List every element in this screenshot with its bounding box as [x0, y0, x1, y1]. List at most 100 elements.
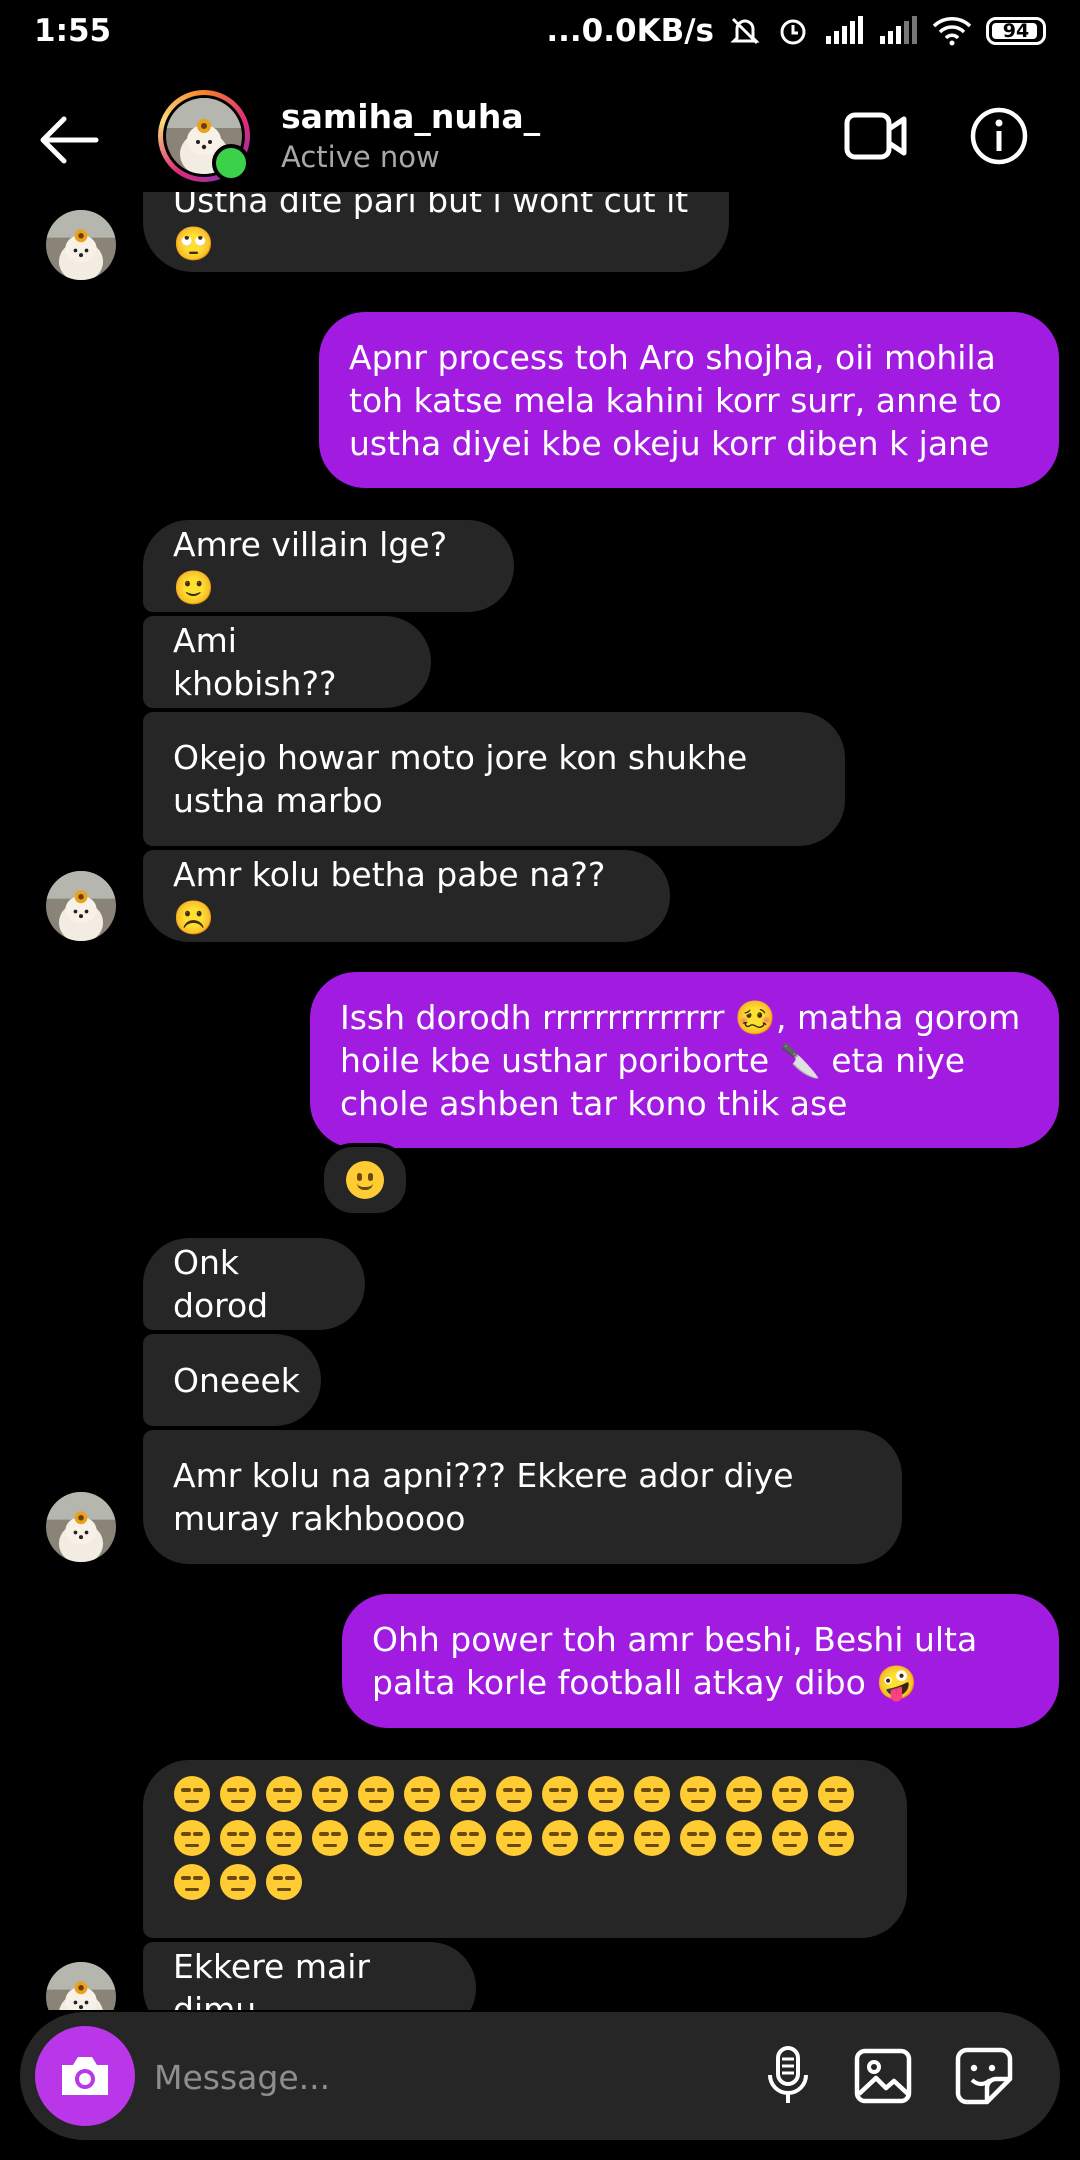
unamused-face-icon: [312, 1776, 348, 1812]
unamused-face-icon: [680, 1820, 716, 1856]
message-text: Amre villain lge? 🙂: [173, 525, 448, 607]
message-bubble-incoming[interactable]: Amre villain lge? 🙂: [143, 520, 514, 612]
message-text: Onk dorod: [173, 1243, 269, 1325]
video-camera-icon: [844, 112, 907, 160]
unamused-face-icon: [634, 1820, 670, 1856]
dog-avatar-icon: [46, 871, 116, 941]
message-text: Amr kolu na apni??? Ekkere ador diye mur…: [173, 1456, 794, 1538]
gallery-button[interactable]: [850, 2042, 916, 2110]
dog-avatar-icon: [46, 210, 116, 280]
video-call-button[interactable]: [842, 106, 910, 166]
conversation-info-button[interactable]: [967, 104, 1031, 168]
message-text: Ami khobish??: [173, 621, 337, 703]
unamused-face-icon: [174, 1776, 210, 1812]
message-text: Okejo howar moto jore kon shukhe ustha m…: [173, 738, 748, 820]
message-thread[interactable]: Ustha dite pari but i wont cut it 🙄 Apnr…: [0, 192, 1080, 2010]
message-text: Ohh power toh amr beshi, Beshi ulta palt…: [372, 1620, 978, 1702]
contact-name[interactable]: samiha_nuha_: [281, 97, 540, 136]
sender-avatar[interactable]: [46, 1962, 116, 2010]
camera-icon: [62, 2057, 108, 2095]
message-text: Apnr process toh Aro shojha, oii mohila …: [349, 337, 1002, 463]
unamused-face-icon: [588, 1820, 624, 1856]
unamused-face-icon: [404, 1776, 440, 1812]
message-reaction[interactable]: [320, 1143, 410, 1217]
status-time: 1:55: [34, 13, 112, 49]
info-icon: [970, 107, 1028, 165]
online-status-dot: [212, 144, 250, 182]
unamused-face-icon: [404, 1820, 440, 1856]
unamused-face-icon: [266, 1864, 302, 1900]
status-bar: 1:55 ...0.0KB/s 94: [0, 0, 1080, 62]
unamused-face-icon: [220, 1820, 256, 1856]
message-text: Issh dorodh rrrrrrrrrrrrrr 🥴, matha goro…: [340, 997, 1021, 1123]
alarm-icon: [776, 14, 810, 48]
battery-icon: 94: [986, 17, 1046, 45]
voice-message-button[interactable]: [758, 2042, 818, 2110]
unamused-face-icon: [772, 1776, 808, 1812]
sticker-button[interactable]: [951, 2042, 1017, 2110]
message-bubble-incoming[interactable]: Okejo howar moto jore kon shukhe ustha m…: [143, 712, 845, 846]
message-input[interactable]: [152, 2042, 736, 2112]
unamused-face-icon: [220, 1776, 256, 1812]
unamused-face-icon: [726, 1820, 762, 1856]
unamused-face-icon: [174, 1820, 210, 1856]
signal-icon: [878, 16, 918, 46]
unamused-face-icon: [496, 1820, 532, 1856]
unamused-face-icon: [818, 1820, 854, 1856]
message-text: Ustha dite pari but i wont cut it 🙄: [173, 192, 689, 263]
mute-icon: [728, 14, 762, 48]
unamused-face-icon: [680, 1776, 716, 1812]
message-bubble-incoming[interactable]: Amr kolu betha pabe na?? ☹️: [143, 850, 670, 942]
dog-avatar-icon: [46, 1492, 116, 1562]
wifi-icon: [932, 16, 972, 46]
message-bubble-incoming[interactable]: Onk dorod: [143, 1238, 365, 1330]
message-bubble-incoming[interactable]: Amr kolu na apni??? Ekkere ador diye mur…: [143, 1430, 902, 1564]
unamused-face-icon: [496, 1776, 532, 1812]
dog-avatar-icon: [46, 1962, 116, 2010]
battery-level: 94: [1002, 20, 1030, 42]
message-text: Amr kolu betha pabe na?? ☹️: [173, 855, 606, 937]
message-bubble-incoming[interactable]: Oneeek: [143, 1334, 321, 1426]
unamused-face-icon: [542, 1776, 578, 1812]
arrow-left-icon: [40, 116, 99, 164]
message-bubble-outgoing[interactable]: Apnr process toh Aro shojha, oii mohila …: [319, 312, 1059, 488]
signal-icon: [824, 16, 864, 46]
emoji-message-content: [173, 1776, 877, 1900]
sender-avatar[interactable]: [46, 871, 116, 941]
unamused-face-icon: [220, 1864, 256, 1900]
back-button[interactable]: [34, 105, 104, 175]
message-bubble-incoming[interactable]: Ekkere mair dimu: [143, 1942, 476, 2010]
unamused-face-icon: [358, 1776, 394, 1812]
message-bubble-outgoing[interactable]: Ohh power toh amr beshi, Beshi ulta palt…: [342, 1594, 1059, 1728]
sticker-icon: [955, 2047, 1013, 2105]
image-icon: [854, 2048, 912, 2104]
unamused-face-icon: [266, 1820, 302, 1856]
message-bubble-incoming[interactable]: Ami khobish??: [143, 616, 431, 708]
network-speed: ...0.0KB/s: [546, 13, 714, 49]
unamused-face-icon: [588, 1776, 624, 1812]
message-bubble-outgoing[interactable]: Issh dorodh rrrrrrrrrrrrrr 🥴, matha goro…: [310, 972, 1059, 1148]
unamused-face-icon: [358, 1820, 394, 1856]
contact-active-status: Active now: [281, 140, 440, 174]
unamused-face-icon: [772, 1820, 808, 1856]
camera-button[interactable]: [35, 2026, 135, 2126]
message-bubble-incoming[interactable]: [143, 1760, 907, 1938]
microphone-icon: [768, 2046, 808, 2103]
message-bubble-incoming[interactable]: Ustha dite pari but i wont cut it 🙄: [143, 192, 729, 272]
unamused-face-icon: [312, 1820, 348, 1856]
unamused-face-icon: [450, 1776, 486, 1812]
slightly-smiling-face-icon: [346, 1161, 384, 1199]
sender-avatar[interactable]: [46, 1492, 116, 1562]
message-text: Ekkere mair dimu: [173, 1947, 370, 2010]
message-composer: [20, 2012, 1060, 2140]
unamused-face-icon: [174, 1864, 210, 1900]
unamused-face-icon: [726, 1776, 762, 1812]
unamused-face-icon: [450, 1820, 486, 1856]
chat-header: samiha_nuha_ Active now: [0, 80, 1080, 192]
message-text: Oneeek: [173, 1360, 300, 1400]
sender-avatar[interactable]: [46, 210, 116, 280]
unamused-face-icon: [634, 1776, 670, 1812]
unamused-face-icon: [818, 1776, 854, 1812]
unamused-face-icon: [542, 1820, 578, 1856]
unamused-face-icon: [266, 1776, 302, 1812]
